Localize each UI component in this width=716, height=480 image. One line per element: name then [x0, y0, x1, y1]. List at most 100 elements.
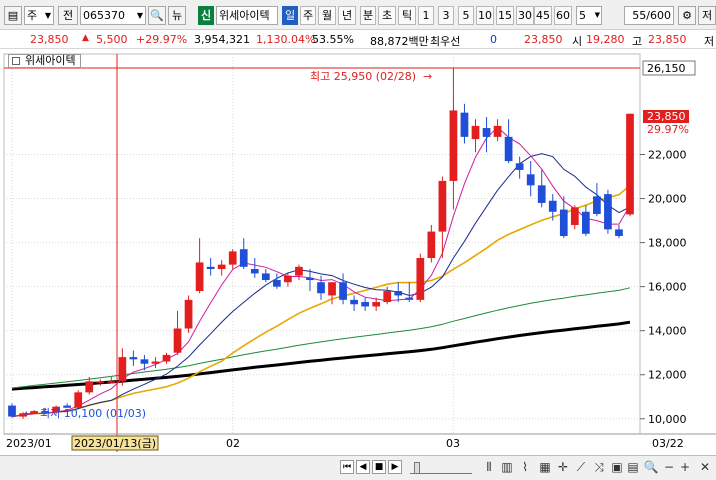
period-week[interactable]: 주 [300, 6, 316, 25]
axis-top-label: 26,150 [647, 62, 686, 75]
candle-body [383, 291, 392, 303]
candle-body [239, 249, 248, 267]
period-second[interactable]: 초 [378, 6, 396, 25]
count-total: /600 [646, 9, 671, 22]
interval-10[interactable]: 10 [476, 6, 494, 25]
candle-body [372, 302, 381, 307]
stock-name-field[interactable]: 위세아이텍 [216, 6, 278, 25]
candle-style-icon[interactable]: ⫴ [480, 459, 498, 475]
close-button[interactable]: ✕ [696, 459, 714, 475]
chart-icon[interactable]: ▤ [4, 6, 22, 25]
period-minute[interactable]: 분 [360, 6, 376, 25]
next-icon[interactable]: ▶ [388, 460, 402, 474]
settings-icon[interactable]: ⚙ [678, 6, 696, 25]
candle-body [74, 392, 83, 408]
candle-body [195, 262, 204, 292]
candle-body [482, 128, 491, 137]
interval-3[interactable]: 3 [438, 6, 454, 25]
interval-5[interactable]: 5 [458, 6, 474, 25]
type-select[interactable]: 주 ▼ [24, 6, 54, 25]
view-button[interactable]: 뉴 [168, 6, 186, 25]
y-tick-label: 12,000 [648, 369, 687, 382]
current-price-label: 23,850 [647, 110, 686, 123]
first-page-icon[interactable]: ⏮ [340, 460, 354, 474]
crosshair-icon[interactable]: ✛ [554, 459, 572, 475]
y-tick-label: 10,000 [648, 413, 687, 426]
candle-body [306, 277, 314, 281]
candle-body [107, 381, 116, 383]
candle-body [85, 381, 94, 393]
bar-style-icon[interactable]: ▥ [498, 459, 516, 475]
zoom-in-button[interactable]: + [676, 459, 694, 475]
candle-body [416, 258, 425, 300]
scroll-slider[interactable] [410, 462, 472, 474]
interval-value: 5 [579, 9, 586, 22]
candle-body [151, 361, 160, 364]
line-style-icon[interactable]: ⌇ [516, 459, 534, 475]
period-day[interactable]: 일 [282, 6, 298, 25]
x-label-feb: 02 [226, 437, 240, 450]
interval-60[interactable]: 60 [554, 6, 572, 25]
magnifier-icon[interactable]: 🔍 [642, 459, 660, 475]
chart-title-tag[interactable]: 위세아이텍 [8, 54, 81, 68]
candle-body [615, 229, 623, 236]
period-year[interactable]: 년 [338, 6, 356, 25]
interval-1[interactable]: 1 [418, 6, 434, 25]
candle-body [427, 231, 436, 259]
code-input[interactable]: 065370 ▼ [80, 6, 146, 25]
interval-45[interactable]: 45 [534, 6, 552, 25]
price-change-rate: +29.97% [136, 33, 188, 46]
candle-body [405, 297, 414, 300]
interval-15[interactable]: 15 [496, 6, 514, 25]
price-change: 5,500 [96, 33, 128, 46]
bid-label: 최우선 [430, 35, 461, 48]
interval-input[interactable]: 5 ▼ [576, 6, 602, 25]
current-price: 23,850 [30, 33, 69, 46]
chevron-down-icon: ▼ [44, 11, 51, 20]
prev-icon[interactable]: ◀ [356, 460, 370, 474]
interval-30[interactable]: 30 [516, 6, 534, 25]
candle-body [537, 185, 546, 203]
candle-body [228, 251, 237, 265]
save-button[interactable]: 저 [698, 6, 716, 25]
candle-body [460, 112, 469, 137]
code-value: 065370 [83, 9, 125, 22]
period-tick[interactable]: 틱 [398, 6, 416, 25]
fibonacci-icon[interactable]: ⤨ [590, 459, 608, 475]
candle-body [570, 207, 579, 225]
x-label-jan: 2023/01 [6, 437, 52, 450]
type-select-value: 주 [27, 9, 38, 22]
candle-body [361, 302, 370, 307]
open-label: 시 [572, 35, 583, 48]
count-input[interactable]: 55/600 [624, 6, 674, 25]
candle-body [140, 359, 149, 364]
candle-body [295, 266, 303, 276]
stop-icon[interactable]: ■ [372, 460, 386, 474]
count-value: 55 [632, 9, 647, 22]
slider-thumb[interactable] [414, 462, 420, 474]
y-tick-label: 22,000 [648, 149, 687, 162]
candle-body [493, 125, 502, 137]
capture-icon[interactable]: ▤ [624, 459, 642, 475]
candle-body [129, 357, 138, 360]
x-label-mar: 03 [446, 437, 460, 450]
candle-body [438, 180, 447, 232]
candlestick-chart[interactable]: 최고 25,950 (02/28) → ← 최저 10,100 (01/03) … [0, 50, 716, 460]
credit-badge[interactable]: 신 [198, 6, 214, 25]
candle-body [471, 125, 480, 140]
volume: 3,954,321 [194, 33, 250, 46]
search-icon[interactable]: 🔍 [148, 6, 166, 25]
candle-body [626, 113, 634, 215]
candle-body [162, 354, 171, 362]
candle-body [173, 328, 182, 353]
up-arrow-icon: ▲ [82, 33, 89, 43]
period-month[interactable]: 월 [318, 6, 336, 25]
fill-style-icon[interactable]: ▦ [536, 459, 554, 475]
candle-body [96, 381, 105, 383]
prefix-button[interactable]: 전 [58, 6, 78, 25]
trading-amount: 88,872백만 [370, 35, 429, 48]
y-tick-label: 16,000 [648, 281, 687, 294]
y-tick-label: 20,000 [648, 193, 687, 206]
trend-tool-icon[interactable]: ⟋ [572, 459, 590, 475]
series-color-icon [12, 57, 20, 65]
